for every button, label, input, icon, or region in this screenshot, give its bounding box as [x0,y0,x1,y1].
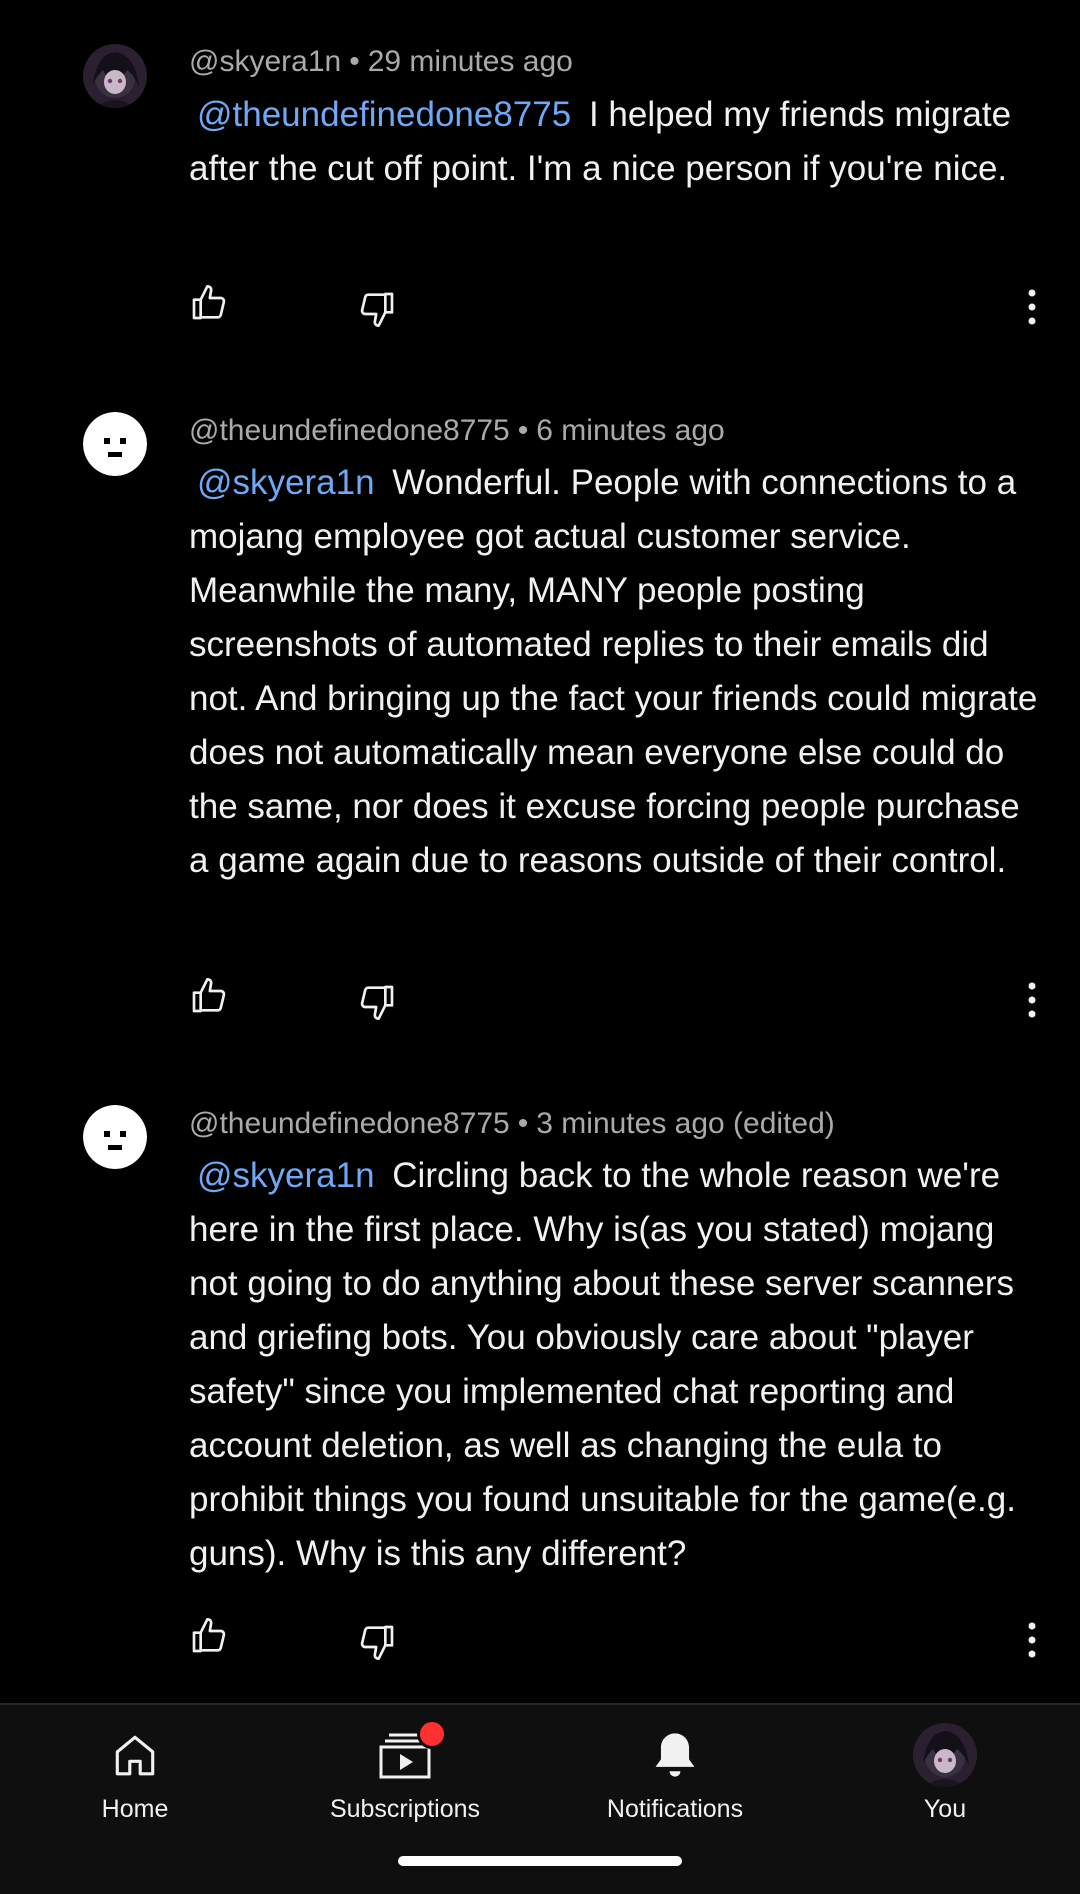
thumbs-down-icon [360,292,394,327]
comment-text: @skyera1n Circling back to the whole rea… [189,1149,1039,1581]
more-options-button[interactable] [1025,1620,1039,1666]
nav-icon-wrap [35,1725,235,1785]
meta-separator: • [517,414,529,447]
comment-time: 29 minutes ago [367,45,573,78]
nav-you[interactable]: You [845,1723,1045,1824]
comment-author[interactable]: @theundefinedone8775 [189,1107,510,1140]
comment-time: 6 minutes ago [536,414,725,447]
comment-actions [189,283,1049,333]
mention-link[interactable]: @skyera1n [197,463,375,502]
notification-badge [417,1719,447,1749]
nav-subscriptions[interactable]: Subscriptions [305,1719,505,1824]
nav-notifications-label: Notifications [606,1795,744,1823]
default-face-avatar-icon [83,1105,147,1169]
profile-avatar [913,1723,977,1787]
home-indicator[interactable] [398,1856,682,1866]
comment-author[interactable]: @skyera1n [189,45,341,78]
mention-link[interactable]: @theundefinedone8775 [197,95,571,134]
anime-avatar-icon [83,44,147,108]
like-button[interactable] [189,976,235,1022]
more-vertical-icon [1028,982,1036,1018]
comment-author[interactable]: @theundefinedone8775 [189,414,510,447]
thumbs-up-icon [192,1618,226,1653]
more-options-button[interactable] [1025,980,1039,1026]
thumbs-down-icon [360,1625,394,1660]
more-vertical-icon [1028,1622,1036,1658]
nav-icon-wrap [575,1725,775,1785]
comment-text: @theundefinedone8775 I helped my friends… [189,88,1039,196]
nav-icon-wrap [305,1719,505,1785]
dislike-button[interactable] [357,289,403,335]
avatar[interactable] [83,1105,147,1169]
like-button[interactable] [189,283,235,329]
nav-home-label: Home [101,1795,169,1823]
avatar[interactable] [83,44,147,108]
nav-icon-wrap [845,1723,1045,1787]
comment-body: Wonderful. People with connections to a … [189,463,1038,880]
anime-avatar-icon [913,1723,977,1787]
comment-body: Circling back to the whole reason we're … [189,1156,1016,1573]
nav-notifications[interactable]: Notifications [575,1725,775,1824]
home-icon [115,1735,155,1776]
comment-actions [189,976,1049,1026]
bell-icon [655,1733,695,1777]
comment-meta: @theundefinedone8775 • 3 minutes ago (edit… [189,1106,835,1142]
comment-meta: @skyera1n • 29 minutes ago [189,44,573,80]
comment-time: 3 minutes ago (edited) [536,1107,835,1140]
default-face-avatar-icon [83,412,147,476]
more-vertical-icon [1028,289,1036,325]
nav-you-label: You [923,1795,967,1823]
comment-text: @skyera1n Wonderful. People with connect… [189,456,1039,888]
nav-home[interactable]: Home [35,1725,235,1824]
like-button[interactable] [189,1616,235,1662]
comment-meta: @theundefinedone8775 • 6 minutes ago [189,413,725,449]
dislike-button[interactable] [357,1622,403,1668]
comment-actions [189,1616,1049,1666]
nav-subscriptions-label: Subscriptions [329,1795,481,1823]
mention-link[interactable]: @skyera1n [197,1156,375,1195]
thumbs-down-icon [360,985,394,1020]
meta-separator: • [349,45,360,78]
thumbs-up-icon [192,978,226,1013]
meta-separator: • [517,1107,529,1140]
avatar[interactable] [83,412,147,476]
dislike-button[interactable] [357,982,403,1028]
more-options-button[interactable] [1025,287,1039,333]
thumbs-up-icon [192,285,226,320]
